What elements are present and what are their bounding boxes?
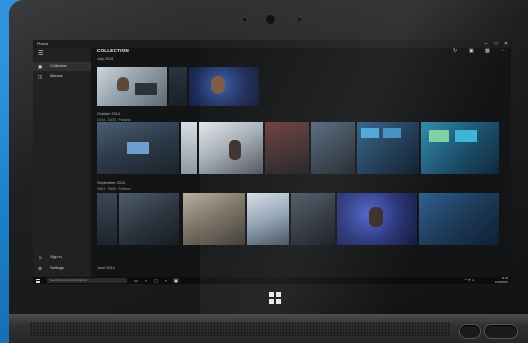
sidebar-item-albums[interactable]: ◫ Albums	[33, 72, 91, 81]
minimize-button[interactable]: –	[481, 40, 491, 48]
photo-thumbnail[interactable]	[199, 122, 263, 174]
light-sensor	[243, 18, 246, 21]
collection-view: COLLECTION ↻ ▣ ▩ ⋯ July 2015 October 201…	[91, 48, 511, 277]
photo-thumbnail[interactable]	[291, 193, 335, 245]
front-camera	[266, 15, 275, 24]
select-icon[interactable]: ▣	[469, 48, 474, 54]
sidebar-item-label: Collection	[50, 64, 67, 68]
screen: Photos – □ ✕ ☰ ▣ Collection ◫ Albums ☺ S…	[33, 40, 511, 284]
edge-icon[interactable]: e	[143, 278, 149, 283]
group-title-july-2015: July 2015	[97, 57, 114, 61]
hamburger-icon[interactable]: ☰	[38, 51, 43, 57]
windows-logo-icon[interactable]	[269, 292, 281, 304]
sidebar-item-collection[interactable]: ▣ Collection	[33, 62, 91, 71]
system-tray-icons[interactable]: ^ ☀ ♫	[465, 277, 474, 284]
dock-button[interactable]	[460, 325, 480, 338]
page-title: COLLECTION	[97, 48, 129, 53]
photo-thumbnail[interactable]	[97, 122, 179, 174]
taskbar-clock[interactable]: 11:33 10/30/2015	[495, 277, 508, 284]
gear-icon: ⚙	[38, 266, 43, 271]
group-subtitle: 09/04 - 09/09 · Portland	[97, 187, 131, 191]
sidebar-item-label: Sign in	[50, 255, 62, 259]
more-icon[interactable]: ⋯	[501, 48, 506, 54]
search-box[interactable]: Search the web and Windows	[47, 278, 127, 283]
photo-thumbnail[interactable]	[311, 122, 355, 174]
album-icon: ◫	[38, 74, 43, 79]
user-icon: ☺	[38, 255, 43, 260]
sidebar: ☰ ▣ Collection ◫ Albums ☺ Sign in ⚙ Sett…	[33, 48, 91, 277]
clock-date: 10/30/2015	[495, 280, 508, 284]
sidebar-item-label: Settings	[50, 266, 64, 270]
photo-thumbnail[interactable]	[421, 122, 499, 174]
photo-thumbnail[interactable]	[265, 122, 309, 174]
settings-button[interactable]: ⚙ Settings	[33, 264, 91, 273]
explorer-icon[interactable]: ▢	[153, 278, 159, 283]
slideshow-icon[interactable]: ▩	[485, 48, 490, 54]
photos-icon[interactable]: ▣	[173, 278, 179, 283]
photo-thumbnail[interactable]	[337, 193, 417, 245]
start-button[interactable]	[36, 278, 40, 283]
photo-thumbnail[interactable]	[169, 67, 187, 106]
group-title-june-2014: June 2014	[97, 266, 115, 270]
photo-thumbnail[interactable]	[189, 67, 259, 106]
close-button[interactable]: ✕	[501, 40, 511, 48]
photos-icon: ▣	[38, 64, 43, 69]
photo-thumbnail[interactable]	[97, 67, 167, 106]
photo-thumbnail[interactable]	[181, 122, 197, 174]
app-title: Photos	[37, 42, 49, 46]
photo-thumbnail[interactable]	[247, 193, 289, 245]
speaker-grille	[30, 322, 450, 336]
group-title-october-2014: October 2014	[97, 112, 121, 116]
sign-in-button[interactable]: ☺ Sign in	[33, 253, 91, 262]
photo-thumbnail[interactable]	[357, 122, 419, 174]
group-title-september-2014: September 2014	[97, 181, 126, 185]
taskbar: Search the web and Windows ▭ e ▢ ▪ ▣ ^ ☀…	[33, 277, 511, 284]
task-view-icon[interactable]: ▭	[133, 278, 139, 283]
photo-thumbnail[interactable]	[119, 193, 179, 245]
photo-thumbnail[interactable]	[97, 193, 117, 245]
dock-button[interactable]	[485, 325, 517, 338]
refresh-icon[interactable]: ↻	[453, 48, 457, 54]
photo-thumbnail[interactable]	[419, 193, 499, 245]
maximize-button[interactable]: □	[491, 40, 501, 48]
ir-sensor	[298, 18, 301, 21]
photo-thumbnail[interactable]	[183, 193, 245, 245]
store-icon[interactable]: ▪	[163, 278, 169, 283]
title-bar: Photos – □ ✕	[33, 40, 511, 48]
sidebar-item-label: Albums	[50, 74, 63, 78]
